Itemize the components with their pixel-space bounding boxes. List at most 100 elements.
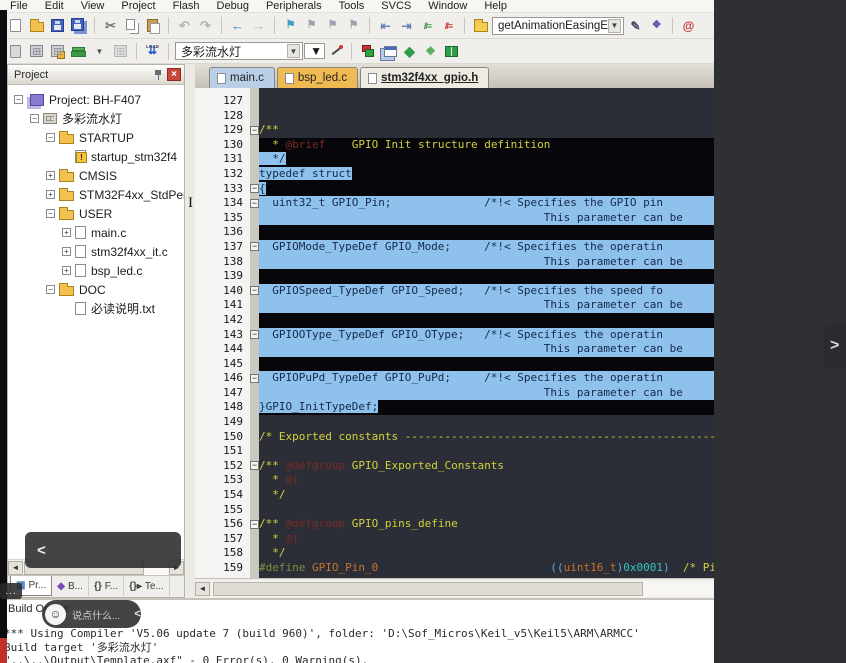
smiley-icon[interactable]: ☺ — [45, 604, 66, 625]
code-line[interactable] — [259, 503, 714, 518]
fold-collapse-icon[interactable]: − — [250, 199, 259, 208]
code-line[interactable]: { — [259, 182, 714, 197]
panel-tab-te[interactable]: {}▸Te... — [124, 576, 170, 596]
fold-collapse-icon[interactable]: − — [250, 242, 259, 251]
scroll-left-icon[interactable]: ◄ — [195, 582, 210, 596]
collapse-icon[interactable]: − — [46, 209, 55, 218]
save-all-icon[interactable] — [69, 16, 88, 35]
rte-diamond-icon[interactable]: ◆ — [400, 42, 419, 61]
menu-item-file[interactable]: File — [10, 1, 28, 12]
code-line[interactable]: /** — [259, 123, 714, 138]
code-line[interactable] — [259, 94, 714, 109]
batch-build-icon[interactable] — [69, 42, 88, 61]
panel-tab-f[interactable]: {}F... — [89, 576, 124, 596]
tree-item[interactable]: +stm32f4xx_it.c — [8, 242, 184, 261]
tree-item[interactable]: 必读说明.txt — [8, 299, 184, 318]
tree-item[interactable]: −USER — [8, 204, 184, 223]
code-line[interactable] — [259, 415, 714, 430]
menu-item-debug[interactable]: Debug — [217, 1, 249, 12]
rebuild-icon[interactable] — [48, 42, 67, 61]
navigate-forward-icon[interactable]: → — [249, 16, 268, 35]
code-line[interactable]: GPIOPuPd_TypeDef GPIO_PuPd; /*!< Specifi… — [259, 371, 714, 386]
code-line[interactable] — [259, 313, 714, 328]
tree-item[interactable]: +main.c — [8, 223, 184, 242]
indent-icon[interactable]: ⇥ — [397, 16, 416, 35]
collapse-icon[interactable]: − — [46, 285, 55, 294]
pin-icon[interactable] — [151, 68, 165, 82]
code-line[interactable]: This parameter can be — [259, 255, 714, 270]
code-line[interactable]: GPIOSpeed_TypeDef GPIO_Speed; /*!< Speci… — [259, 284, 714, 299]
collapse-icon[interactable]: − — [14, 95, 23, 104]
side-panel-expand-button[interactable]: > — [824, 324, 846, 368]
fold-collapse-icon[interactable]: − — [250, 461, 259, 470]
books-icon[interactable] — [442, 42, 461, 61]
menu-item-peripherals[interactable]: Peripherals — [266, 1, 322, 12]
code-line[interactable]: uint32_t GPIO_Pin; /*!< Specifies the GP… — [259, 196, 714, 211]
code-line[interactable] — [259, 269, 714, 284]
code-line[interactable]: /** @defgroup GPIO_Exported_Constants — [259, 459, 714, 474]
search-at-icon[interactable]: @ — [679, 16, 698, 35]
code-line[interactable]: * @{ — [259, 473, 714, 488]
code-line[interactable] — [259, 225, 714, 240]
load-flash-icon[interactable]: LOAD — [143, 42, 162, 61]
target-caret-icon[interactable]: ▼ — [305, 42, 324, 61]
code-line[interactable] — [259, 109, 714, 124]
code-line[interactable]: * @brief GPIO Init structure definition — [259, 138, 714, 153]
tree-item[interactable]: −Project: BH-F407 — [8, 90, 184, 109]
unindent-icon[interactable]: ⇤ — [376, 16, 395, 35]
fold-collapse-icon[interactable]: − — [250, 286, 259, 295]
tree-item[interactable]: startup_stm32f4 — [8, 147, 184, 166]
editor-tab-bsp_led.c[interactable]: bsp_led.c — [277, 67, 358, 88]
editor-tab-main.c[interactable]: main.c — [209, 67, 275, 88]
run-macro-icon[interactable]: ❖ — [647, 16, 666, 35]
menu-item-help[interactable]: Help — [484, 1, 507, 12]
code-line[interactable]: */ — [259, 152, 714, 167]
code-line[interactable] — [259, 444, 714, 459]
expand-icon[interactable]: + — [62, 228, 71, 237]
tree-item[interactable]: −STARTUP — [8, 128, 184, 147]
chevron-right-icon[interactable]: > — [830, 337, 839, 355]
expand-icon[interactable]: + — [62, 247, 71, 256]
code-line[interactable]: This parameter can be — [259, 298, 714, 313]
fold-collapse-icon[interactable]: − — [250, 374, 259, 383]
batch-caret-icon[interactable]: ▼ — [90, 42, 109, 61]
code-line[interactable] — [259, 357, 714, 372]
find-in-files-icon[interactable] — [471, 16, 490, 35]
scroll-left-icon[interactable]: ◄ — [8, 561, 23, 575]
menu-item-flash[interactable]: Flash — [173, 1, 200, 12]
menu-item-window[interactable]: Window — [428, 1, 467, 12]
code-line[interactable]: #define GPIO_Pin_0 ((uint16_t)0x0001) /*… — [259, 561, 714, 576]
code-line[interactable]: * @{ — [259, 532, 714, 547]
bookmark-clear-icon[interactable]: ⚑ — [344, 16, 363, 35]
collapse-icon[interactable]: − — [46, 133, 55, 142]
chat-input-placeholder[interactable]: 说点什么... — [72, 607, 120, 622]
editor-tab-stm32f4xx_gpio.h[interactable]: stm32f4xx_gpio.h — [360, 67, 489, 88]
search-combobox[interactable]: getAnimationEasingEqua▼ — [492, 17, 624, 35]
code-line[interactable]: /** @defgroup GPIO_pins_define — [259, 517, 714, 532]
code-line[interactable]: /* Exported constants ------------------… — [259, 430, 714, 445]
fold-collapse-icon[interactable]: − — [250, 126, 259, 135]
chevron-down-icon[interactable]: ▼ — [287, 44, 300, 58]
redo-icon[interactable]: ↷ — [196, 16, 215, 35]
chevron-left-icon[interactable]: < — [37, 542, 46, 559]
menu-item-tools[interactable]: Tools — [339, 1, 365, 12]
code-line[interactable]: */ — [259, 488, 714, 503]
tree-item[interactable]: +STM32F4xx_StdPeri — [8, 185, 184, 204]
code-text[interactable]: /** * @brief GPIO Init structure definit… — [259, 88, 714, 578]
build-icon[interactable] — [27, 42, 46, 61]
chevron-left-icon[interactable]: < — [132, 608, 145, 620]
chevron-down-icon[interactable]: ▼ — [608, 19, 621, 33]
panel-splitter[interactable] — [185, 64, 195, 598]
expand-icon[interactable]: + — [62, 266, 71, 275]
undo-icon[interactable]: ↶ — [175, 16, 194, 35]
menu-item-view[interactable]: View — [81, 1, 105, 12]
floating-collapse-bar[interactable]: < — [25, 532, 181, 568]
expand-icon[interactable]: + — [46, 190, 55, 199]
new-file-icon[interactable] — [6, 16, 25, 35]
code-line[interactable]: */ — [259, 546, 714, 561]
tree-item[interactable]: +bsp_led.c — [8, 261, 184, 280]
save-icon[interactable] — [48, 16, 67, 35]
target-combobox[interactable]: 多彩流水灯▼ — [175, 42, 303, 60]
lookup-doc-icon[interactable]: ✎ — [626, 16, 645, 35]
fold-collapse-icon[interactable]: − — [250, 330, 259, 339]
